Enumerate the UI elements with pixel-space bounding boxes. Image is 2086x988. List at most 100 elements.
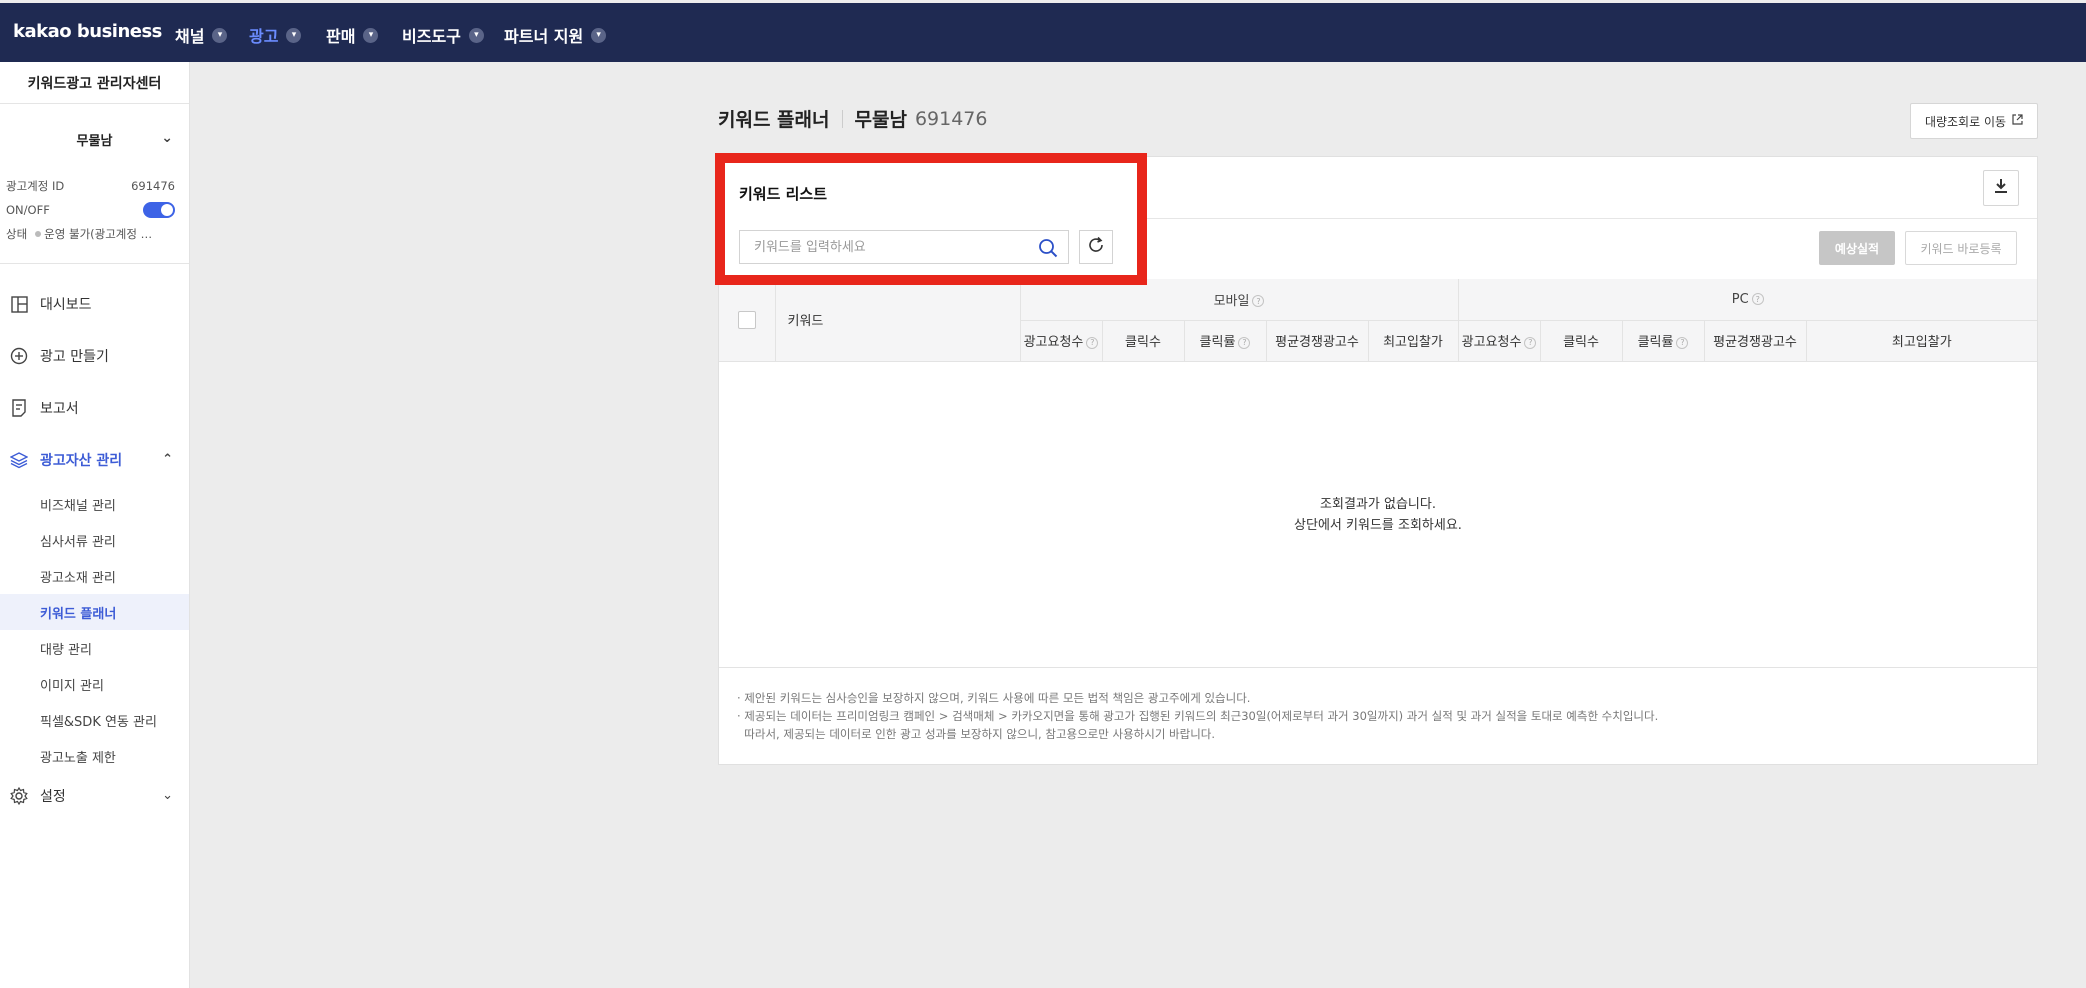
help-icon[interactable]: ? bbox=[1086, 336, 1099, 349]
nav-item-label: 판매 bbox=[326, 27, 356, 46]
nav-item-label: 채널 bbox=[175, 27, 205, 46]
column-label: 클릭률 bbox=[1637, 335, 1674, 350]
refresh-button[interactable] bbox=[1079, 230, 1113, 264]
bulk-lookup-button[interactable]: 대량조회로 이동 bbox=[1910, 103, 2038, 139]
mobile-group-header: 모바일? bbox=[1019, 279, 1459, 321]
keyword-search-input[interactable] bbox=[754, 239, 1034, 255]
note-line: 따라서, 제공되는 데이터로 인한 광고 성과를 보장하지 않으니, 참고용으로… bbox=[737, 727, 1216, 741]
page-title: 키워드 플래너 무물남 691476 bbox=[718, 105, 987, 132]
page-title-text: 키워드 플래너 bbox=[718, 109, 830, 131]
download-icon bbox=[1993, 178, 2009, 198]
chevron-down-icon: ▾ bbox=[286, 27, 302, 43]
mobile-col-avg-competing: 평균경쟁광고수 bbox=[1265, 320, 1369, 362]
sidebar-item-label: 대시보드 bbox=[40, 297, 92, 313]
mobile-col-max-bid: 최고입찰가 bbox=[1367, 320, 1459, 362]
account-id-label: 광고계정 ID bbox=[6, 179, 65, 193]
account-info: 광고계정 ID 691476 ON/OFF 상태 운영 불가(광고계정 … bbox=[0, 174, 189, 264]
sidebar-item-label: 설정 bbox=[40, 789, 66, 805]
bulk-lookup-label: 대량조회로 이동 bbox=[1924, 114, 2007, 129]
sidebar-subitem-keyword-planner[interactable]: 키워드 플래너 bbox=[0, 594, 189, 630]
sidebar-item-ad-assets[interactable]: 광고자산 관리 ⌃ bbox=[0, 434, 189, 486]
empty-message-line2: 상단에서 키워드를 조회하세요. bbox=[1294, 517, 1462, 533]
help-icon[interactable]: ? bbox=[1524, 336, 1537, 349]
mobile-col-ctr: 클릭률? bbox=[1183, 320, 1267, 362]
plus-circle-icon bbox=[10, 347, 28, 365]
keyword-search-field[interactable] bbox=[739, 230, 1069, 264]
empty-message-line1: 조회결과가 없습니다. bbox=[1320, 496, 1436, 512]
search-icon[interactable] bbox=[1038, 238, 1058, 262]
chevron-down-icon: ⌄ bbox=[161, 130, 173, 146]
nav-item-partner-support[interactable]: 파트너 지원 ▾ bbox=[504, 23, 607, 47]
keyword-list-highlight-box: 키워드 리스트 bbox=[715, 153, 1147, 285]
help-icon[interactable]: ? bbox=[1252, 295, 1265, 308]
account-name: 무물남 bbox=[76, 133, 113, 149]
page-account-id: 691476 bbox=[914, 107, 988, 130]
onoff-label: ON/OFF bbox=[6, 203, 50, 217]
pc-col-max-bid: 최고입찰가 bbox=[1805, 320, 2038, 362]
chevron-down-icon: ▾ bbox=[468, 27, 484, 43]
keyword-list-title: 키워드 리스트 bbox=[739, 185, 828, 203]
nav-item-label: 파트너 지원 bbox=[504, 27, 584, 46]
sidebar-subitem-bizchannel[interactable]: 비즈채널 관리 bbox=[0, 486, 189, 522]
nav-item-biz-tools[interactable]: 비즈도구 ▾ bbox=[402, 23, 484, 47]
sidebar-subitem-images[interactable]: 이미지 관리 bbox=[0, 666, 189, 702]
column-label: 광고요청수 bbox=[1461, 335, 1522, 350]
status-label: 상태 bbox=[6, 227, 28, 241]
sidebar-item-dashboard[interactable]: 대시보드 bbox=[0, 278, 189, 330]
help-icon[interactable]: ? bbox=[1751, 293, 1764, 306]
sidebar-item-label: 광고 만들기 bbox=[40, 349, 109, 365]
estimate-button[interactable]: 예상실적 bbox=[1819, 231, 1895, 265]
title-divider bbox=[841, 109, 843, 128]
chevron-up-icon: ⌃ bbox=[162, 452, 173, 467]
help-icon[interactable]: ? bbox=[1238, 336, 1251, 349]
sidebar-item-settings[interactable]: 설정 ⌄ bbox=[0, 774, 189, 818]
nav-item-sales[interactable]: 판매 ▾ bbox=[326, 23, 379, 47]
sidebar-subitem-pixel-sdk[interactable]: 픽셀&SDK 연동 관리 bbox=[0, 702, 189, 738]
sidebar-item-label: 광고자산 관리 bbox=[40, 453, 123, 469]
report-icon bbox=[10, 399, 28, 417]
sidebar-subitem-creatives[interactable]: 광고소재 관리 bbox=[0, 558, 189, 594]
top-navigation: kakao business 채널 ▾ 광고 ▾ 판매 ▾ 비즈도구 ▾ 파트너… bbox=[0, 3, 2086, 62]
column-label: 클릭률 bbox=[1199, 335, 1236, 350]
keyword-table: 키워드 모바일? PC? 광고요청수? 클릭수 클릭률? 평균경쟁광고수 최고입… bbox=[719, 279, 2038, 362]
pc-col-avg-competing: 평균경쟁광고수 bbox=[1703, 320, 1807, 362]
external-link-icon bbox=[2012, 114, 2023, 128]
nav-item-channel[interactable]: 채널 ▾ bbox=[175, 23, 228, 47]
status-value: 운영 불가(광고계정 … bbox=[44, 227, 153, 241]
dashboard-icon bbox=[10, 295, 28, 313]
keyword-column-header: 키워드 bbox=[774, 279, 1021, 362]
download-button[interactable] bbox=[1983, 170, 2019, 206]
mobile-col-clicks: 클릭수 bbox=[1101, 320, 1185, 362]
sidebar-subitem-bulk[interactable]: 대량 관리 bbox=[0, 630, 189, 666]
sidebar-subitem-exposure-limit[interactable]: 광고노출 제한 bbox=[0, 738, 189, 774]
brand-logo[interactable]: kakao business bbox=[13, 21, 162, 42]
onoff-toggle[interactable] bbox=[143, 202, 175, 218]
nav-item-ads[interactable]: 광고 ▾ bbox=[249, 23, 302, 47]
empty-state: 조회결과가 없습니다. 상단에서 키워드를 조회하세요. bbox=[719, 362, 2037, 668]
gear-icon bbox=[10, 787, 28, 805]
sidebar-item-create-ad[interactable]: 광고 만들기 bbox=[0, 330, 189, 382]
chevron-down-icon: ⌄ bbox=[162, 788, 173, 803]
note-line: · 제안된 키워드는 심사승인을 보장하지 않으며, 키워드 사용에 따른 모든… bbox=[737, 691, 1251, 705]
select-all-checkbox[interactable] bbox=[737, 310, 756, 329]
sidebar-item-report[interactable]: 보고서 bbox=[0, 382, 189, 434]
page-account-name: 무물남 bbox=[854, 109, 907, 131]
help-icon[interactable]: ? bbox=[1676, 336, 1689, 349]
chevron-down-icon: ▾ bbox=[591, 27, 607, 43]
pc-col-requests: 광고요청수? bbox=[1457, 320, 1541, 362]
nav-item-label: 광고 bbox=[249, 27, 279, 46]
pc-group-label: PC bbox=[1731, 291, 1749, 307]
status-dot-icon bbox=[35, 230, 42, 237]
sidebar-subitem-review-docs[interactable]: 심사서류 관리 bbox=[0, 522, 189, 558]
sidebar: 키워드광고 관리자센터 무물남 ⌄ 광고계정 ID 691476 ON/OFF … bbox=[0, 62, 190, 988]
account-selector[interactable]: 무물남 ⌄ bbox=[0, 104, 189, 174]
sidebar-title: 키워드광고 관리자센터 bbox=[0, 62, 189, 104]
chevron-down-icon: ▾ bbox=[363, 27, 379, 43]
note-line: · 제공되는 데이터는 프리미엄링크 캠페인 > 검색매체 > 카카오지면을 통… bbox=[737, 709, 1659, 723]
register-keyword-button[interactable]: 키워드 바로등록 bbox=[1905, 231, 2017, 265]
disclaimer-notes: · 제안된 키워드는 심사승인을 보장하지 않으며, 키워드 사용에 따른 모든… bbox=[737, 689, 1658, 743]
column-label: 광고요청수 bbox=[1023, 335, 1084, 350]
pc-group-header: PC? bbox=[1457, 279, 2038, 321]
sidebar-item-label: 보고서 bbox=[40, 401, 79, 417]
mobile-group-label: 모바일 bbox=[1213, 293, 1250, 309]
